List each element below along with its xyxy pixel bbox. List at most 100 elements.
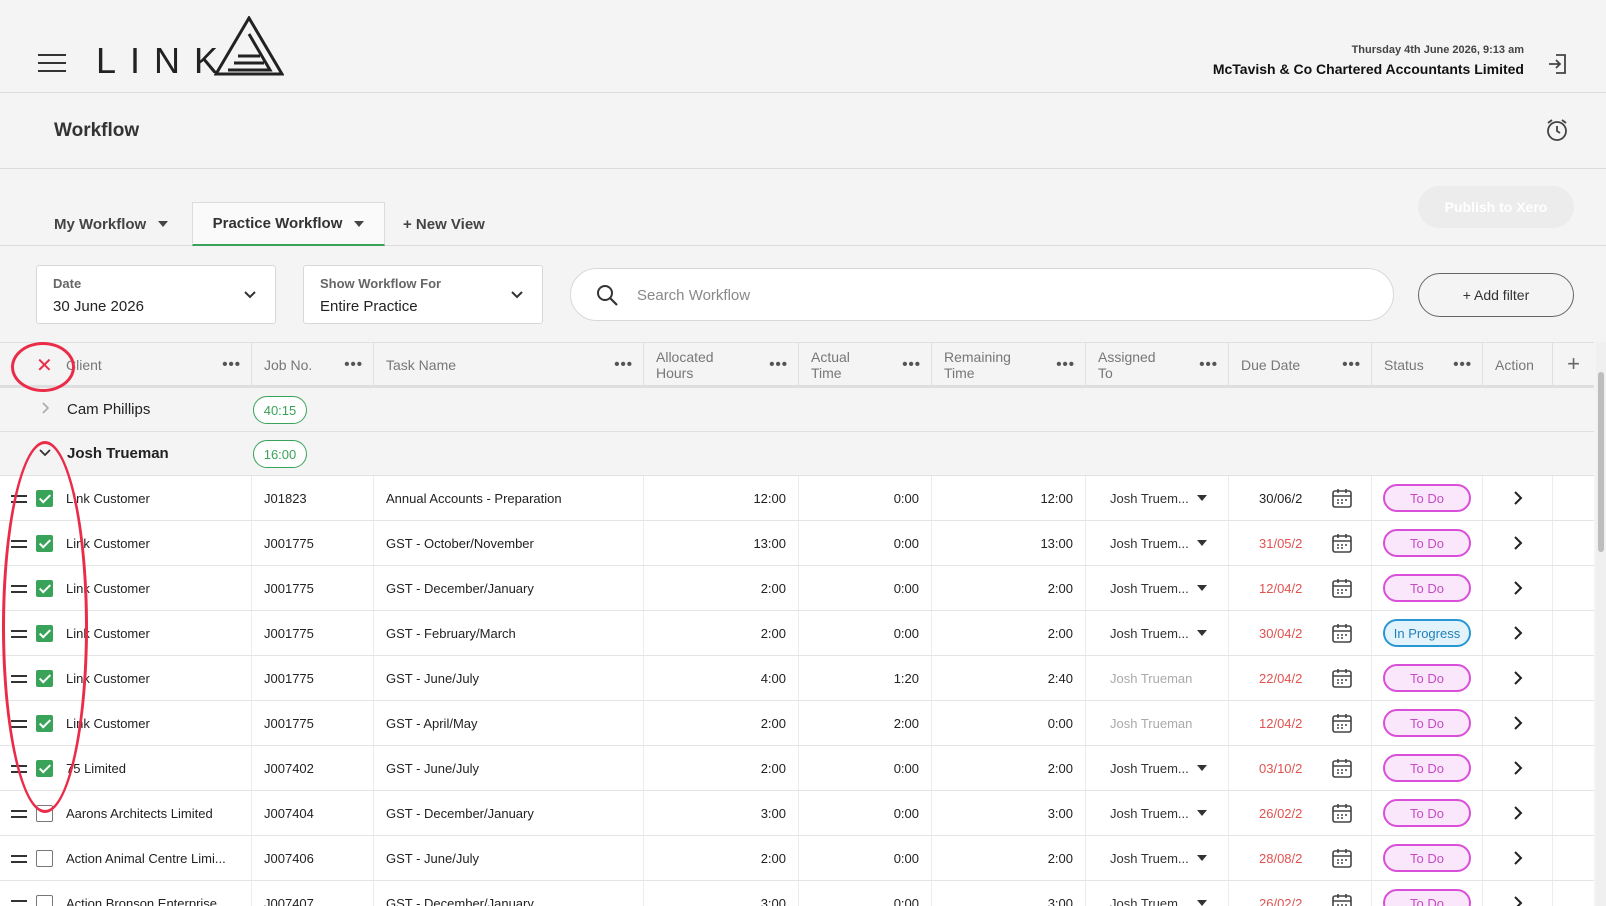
scrollbar[interactable] bbox=[1596, 342, 1606, 906]
allocated-cell[interactable]: 2:00 bbox=[644, 836, 799, 880]
table-row[interactable]: Link Customer J001775 GST - December/Janua… bbox=[0, 566, 1594, 611]
chevron-right-icon[interactable] bbox=[1512, 491, 1524, 505]
due-cell[interactable]: 30/06/2 bbox=[1229, 476, 1372, 520]
calendar-icon[interactable] bbox=[1331, 757, 1353, 779]
assigned-dropdown[interactable]: Josh Truem... bbox=[1086, 881, 1229, 906]
scrollbar-thumb[interactable] bbox=[1598, 372, 1604, 552]
assigned-dropdown[interactable]: Josh Truem... bbox=[1086, 521, 1229, 565]
table-row[interactable]: Link Customer J001775 GST - February/March… bbox=[0, 611, 1594, 656]
allocated-cell[interactable]: 2:00 bbox=[644, 611, 799, 655]
allocated-cell[interactable]: 3:00 bbox=[644, 881, 799, 906]
action-cell[interactable] bbox=[1483, 746, 1553, 790]
column-allocated-hours[interactable]: Allocated Hours ••• bbox=[644, 343, 799, 386]
due-cell[interactable]: 22/04/2 bbox=[1229, 656, 1372, 700]
new-view-button[interactable]: + New View bbox=[403, 202, 485, 246]
action-cell[interactable] bbox=[1483, 791, 1553, 835]
action-cell[interactable] bbox=[1483, 836, 1553, 880]
add-filter-button[interactable]: + Add filter bbox=[1418, 273, 1574, 317]
status-cell[interactable]: To Do bbox=[1372, 566, 1483, 610]
more-dots-icon[interactable]: ••• bbox=[902, 356, 921, 373]
close-icon[interactable]: ✕ bbox=[36, 356, 53, 376]
status-badge[interactable]: To Do bbox=[1383, 574, 1471, 602]
status-badge[interactable]: In Progress bbox=[1383, 619, 1471, 647]
status-cell[interactable]: To Do bbox=[1372, 656, 1483, 700]
calendar-icon[interactable] bbox=[1331, 577, 1353, 599]
more-dots-icon[interactable]: ••• bbox=[1056, 356, 1075, 373]
status-badge[interactable]: To Do bbox=[1383, 709, 1471, 737]
logout-icon[interactable] bbox=[1546, 52, 1570, 76]
calendar-icon[interactable] bbox=[1331, 847, 1353, 869]
allocated-cell[interactable]: 2:00 bbox=[644, 701, 799, 745]
table-row[interactable]: 75 Limited J007402 GST - June/July 2:00 0:00… bbox=[0, 746, 1594, 791]
assigned-dropdown[interactable]: Josh Truem... bbox=[1086, 746, 1229, 790]
show-workflow-for-dropdown[interactable]: Show Workflow For Entire Practice bbox=[303, 265, 543, 324]
table-row[interactable]: Link Customer J001775 GST - June/July 4:00 1… bbox=[0, 656, 1594, 701]
allocated-cell[interactable]: 13:00 bbox=[644, 521, 799, 565]
calendar-icon[interactable] bbox=[1331, 892, 1353, 906]
status-badge[interactable]: To Do bbox=[1383, 844, 1471, 872]
chevron-right-icon[interactable] bbox=[1512, 851, 1524, 865]
date-dropdown[interactable]: Date 30 June 2026 bbox=[36, 265, 276, 324]
status-cell[interactable]: To Do bbox=[1372, 881, 1483, 906]
allocated-cell[interactable]: 12:00 bbox=[644, 476, 799, 520]
column-job-no[interactable]: Job No. ••• bbox=[252, 343, 374, 386]
assigned-dropdown[interactable]: Josh Truem... bbox=[1086, 836, 1229, 880]
group-row[interactable]: Cam Phillips 40:15 bbox=[0, 388, 1594, 432]
table-row[interactable]: Action Animal Centre Limi... J007406 GST -… bbox=[0, 836, 1594, 881]
more-dots-icon[interactable]: ••• bbox=[614, 356, 633, 373]
tab-my-workflow[interactable]: My Workflow bbox=[54, 202, 169, 246]
chevron-right-icon[interactable] bbox=[1512, 581, 1524, 595]
chevron-right-icon[interactable] bbox=[1512, 671, 1524, 685]
more-dots-icon[interactable]: ••• bbox=[1342, 356, 1361, 373]
action-cell[interactable] bbox=[1483, 881, 1553, 906]
column-due-date[interactable]: Due Date ••• bbox=[1229, 343, 1372, 386]
chevron-right-icon[interactable] bbox=[1512, 536, 1524, 550]
action-cell[interactable] bbox=[1483, 476, 1553, 520]
tab-practice-workflow[interactable]: Practice Workflow bbox=[192, 202, 385, 246]
status-badge[interactable]: To Do bbox=[1383, 484, 1471, 512]
status-badge[interactable]: To Do bbox=[1383, 664, 1471, 692]
action-cell[interactable] bbox=[1483, 656, 1553, 700]
calendar-icon[interactable] bbox=[1331, 622, 1353, 644]
more-dots-icon[interactable]: ••• bbox=[222, 356, 241, 373]
status-cell[interactable]: To Do bbox=[1372, 836, 1483, 880]
column-actual-time[interactable]: Actual Time ••• bbox=[799, 343, 932, 386]
column-status[interactable]: Status ••• bbox=[1372, 343, 1483, 386]
menu-icon[interactable] bbox=[38, 54, 66, 74]
table-row[interactable]: Action Bronson Enterprise... J007407 GST -… bbox=[0, 881, 1594, 906]
status-cell[interactable]: To Do bbox=[1372, 791, 1483, 835]
table-row[interactable]: Link Customer J001775 GST - April/May 2:00 2… bbox=[0, 701, 1594, 746]
calendar-icon[interactable] bbox=[1331, 802, 1353, 824]
status-badge[interactable]: To Do bbox=[1383, 889, 1471, 906]
status-cell[interactable]: To Do bbox=[1372, 746, 1483, 790]
more-dots-icon[interactable]: ••• bbox=[344, 356, 363, 373]
due-cell[interactable]: 03/10/2 bbox=[1229, 746, 1372, 790]
status-badge[interactable]: To Do bbox=[1383, 754, 1471, 782]
chevron-right-icon[interactable] bbox=[37, 400, 53, 416]
chevron-right-icon[interactable] bbox=[1512, 806, 1524, 820]
allocated-cell[interactable]: 4:00 bbox=[644, 656, 799, 700]
status-badge[interactable]: To Do bbox=[1383, 529, 1471, 557]
due-cell[interactable]: 31/05/2 bbox=[1229, 521, 1372, 565]
due-cell[interactable]: 26/02/2 bbox=[1229, 791, 1372, 835]
column-remaining-time[interactable]: Remaining Time ••• bbox=[932, 343, 1086, 386]
calendar-icon[interactable] bbox=[1331, 667, 1353, 689]
action-cell[interactable] bbox=[1483, 701, 1553, 745]
calendar-icon[interactable] bbox=[1331, 532, 1353, 554]
due-cell[interactable]: 12/04/2 bbox=[1229, 566, 1372, 610]
allocated-cell[interactable]: 3:00 bbox=[644, 791, 799, 835]
due-cell[interactable]: 12/04/2 bbox=[1229, 701, 1372, 745]
table-row[interactable]: Link Customer J01823 Annual Accounts - Pre… bbox=[0, 476, 1594, 521]
status-cell[interactable]: To Do bbox=[1372, 521, 1483, 565]
more-dots-icon[interactable]: ••• bbox=[769, 356, 788, 373]
column-task-name[interactable]: Task Name ••• bbox=[374, 343, 644, 386]
publish-to-xero-button[interactable]: Publish to Xero bbox=[1418, 186, 1574, 228]
assigned-dropdown[interactable]: Josh Truem... bbox=[1086, 566, 1229, 610]
table-row[interactable]: Aarons Architects Limited J007404 GST - De… bbox=[0, 791, 1594, 836]
allocated-cell[interactable]: 2:00 bbox=[644, 566, 799, 610]
row-checkbox[interactable] bbox=[36, 850, 53, 867]
status-cell[interactable]: In Progress bbox=[1372, 611, 1483, 655]
status-cell[interactable]: To Do bbox=[1372, 701, 1483, 745]
chevron-right-icon[interactable] bbox=[1512, 716, 1524, 730]
group-row[interactable]: Josh Trueman 16:00 bbox=[0, 432, 1594, 476]
